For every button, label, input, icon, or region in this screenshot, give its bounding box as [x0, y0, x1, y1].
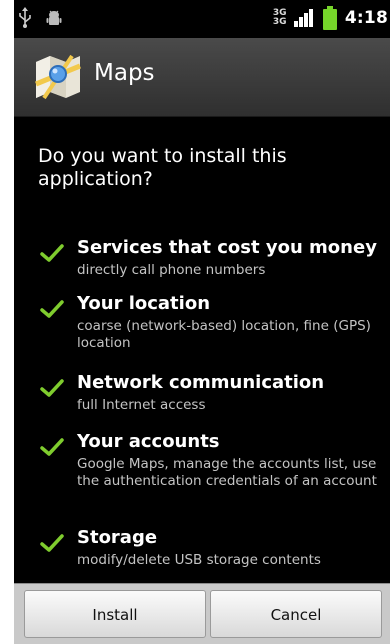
app-title: Maps	[94, 60, 155, 86]
permission-desc: directly call phone numbers	[77, 262, 266, 278]
permission-title: Your accounts	[77, 431, 220, 452]
install-screen: 3G 3G 4:18 Maps Do you want to install t…	[14, 0, 390, 644]
check-icon	[40, 244, 64, 262]
usb-icon	[19, 7, 31, 28]
status-bar: 3G 3G 4:18	[14, 0, 390, 38]
check-icon	[40, 300, 64, 318]
permission-desc: modify/delete USB storage contents	[77, 552, 321, 568]
permission-desc: Google Maps, manage the accounts list, u…	[77, 456, 377, 489]
permission-desc: coarse (network-based) location, fine (G…	[77, 318, 371, 351]
battery-icon	[322, 6, 337, 30]
permission-desc: full Internet access	[77, 397, 206, 413]
install-button[interactable]: Install	[24, 590, 206, 638]
network-3g-icon: 3G 3G	[272, 8, 287, 27]
permission-title: Network communication	[77, 372, 325, 393]
check-icon	[40, 438, 64, 456]
clock: 4:18	[344, 8, 388, 28]
button-bar: Install Cancel	[14, 583, 390, 644]
install-question: Do you want to install this application?	[38, 145, 287, 190]
check-icon	[40, 379, 64, 397]
permission-title: Services that cost you money	[77, 237, 377, 258]
check-icon	[40, 534, 64, 552]
android-debug-icon	[46, 10, 62, 25]
signal-icon	[293, 9, 313, 27]
permission-list[interactable]: Do you want to install this application?…	[14, 117, 390, 583]
maps-app-icon	[35, 54, 81, 100]
title-bar: Maps	[14, 38, 390, 117]
permission-title: Storage	[77, 527, 158, 548]
permission-title: Your location	[77, 293, 211, 314]
cancel-button[interactable]: Cancel	[210, 590, 382, 638]
